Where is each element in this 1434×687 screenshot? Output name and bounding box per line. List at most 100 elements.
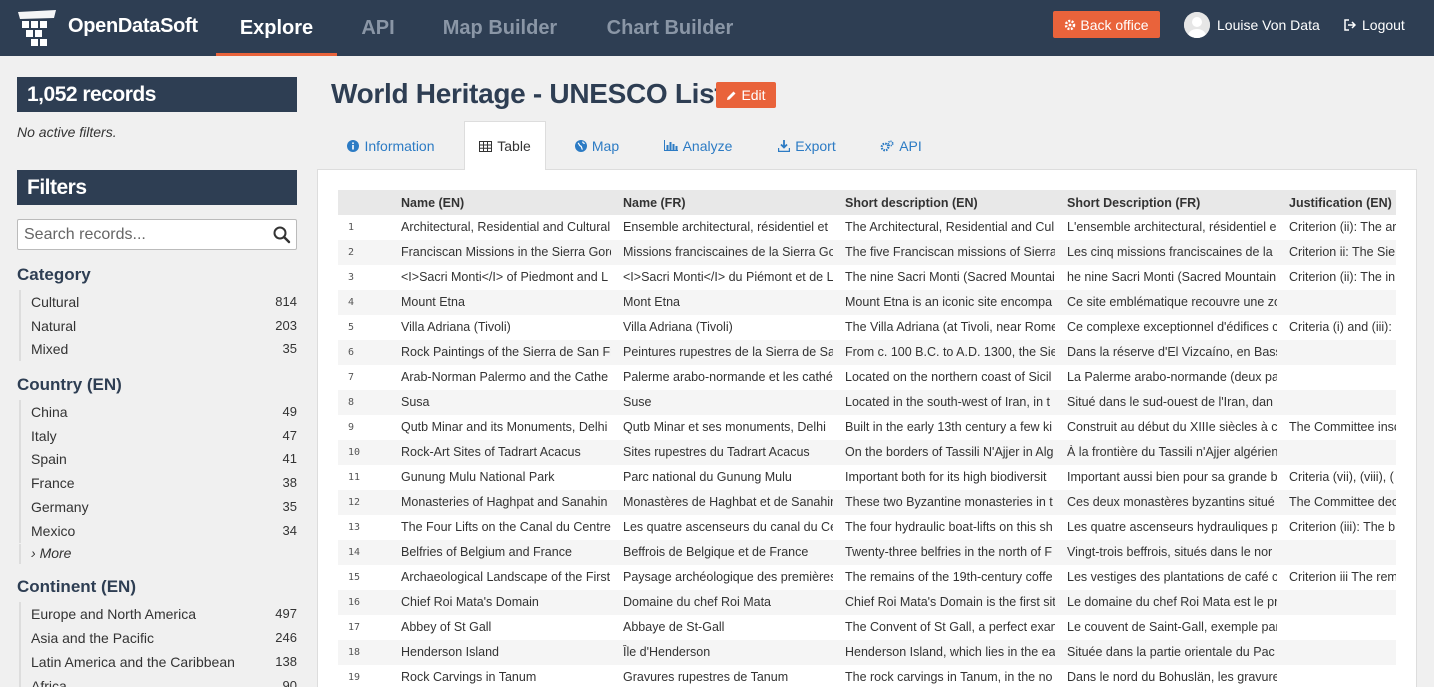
table-row[interactable]: 14 Belfries of Belgium and France Beffrois… [338,540,1396,565]
tab-analyze[interactable]: Analyze [650,121,746,170]
tab-label: Analyze [682,137,733,154]
facet-item-mexico[interactable]: Mexico 34 [19,519,297,543]
facet-item-italy[interactable]: Italy 47 [19,424,297,448]
tab-label: Information [364,137,435,154]
facet-item-mixed[interactable]: Mixed 35 [19,337,297,361]
table-row[interactable]: 9 Qutb Minar and its Monuments, Delhi Qutb… [338,415,1396,440]
table-row[interactable]: 1 Architectural, Residential and Cultural… [338,215,1396,240]
globe-icon [574,139,587,152]
table-cell: Qutb Minar et ses monuments, Delhi [623,420,826,434]
table-cell: La Palerme arabo-normande (deux pa [1067,370,1277,384]
tab-label: Table [497,138,531,154]
column-header-short-description-fr[interactable]: Short Description (FR) [1067,196,1277,210]
table-row[interactable]: 7 Arab-Norman Palermo and the Cathe Palerm… [338,365,1396,390]
row-number: 14 [348,547,361,558]
table-cell: Ces deux monastères byzantins situé [1067,495,1275,509]
tab-table[interactable]: Table [464,121,546,170]
facet-item-label: Mixed [31,341,69,357]
user-name[interactable]: Louise Von Data [1217,17,1320,33]
table-row[interactable]: 16 Chief Roi Mata's Domain Domaine du chef… [338,590,1396,615]
table-row[interactable]: 4 Mount Etna Mont Etna Mount Etna is an ico… [338,290,1396,315]
records-count: 1,052 records [17,77,297,112]
table-row[interactable]: 2 Franciscan Missions in the Sierra Gord M… [338,240,1396,265]
opendatasoft-logo-icon[interactable] [16,8,58,48]
brand-name[interactable]: OpenDataSoft [68,15,198,38]
table-icon [479,140,493,152]
table-row[interactable]: 10 Rock-Art Sites of Tadrart Acacus Sites … [338,440,1396,465]
back-office-button[interactable]: Back office [1053,11,1160,38]
row-number: 19 [348,672,361,683]
download-icon [778,139,791,152]
search-input[interactable]: Search records... [17,219,297,250]
facet-item-france[interactable]: France 38 [19,471,297,495]
table-row[interactable]: 12 Monasteries of Haghpat and Sanahin Mona… [338,490,1396,515]
table-cell: Mont Etna [623,295,680,309]
nav-api[interactable]: API [350,0,406,56]
table-cell: Archaeological Landscape of the First [401,570,611,584]
tab-map[interactable]: Map [563,121,631,170]
table-cell: Chief Roi Mata's Domain is the first sit [845,595,1055,609]
table-row[interactable]: 5 Villa Adriana (Tivoli) Villa Adriana (Ti… [338,315,1396,340]
row-number: 16 [348,597,361,608]
facet-title-category: Category [17,265,91,284]
table-cell: Criteria (vii), (viii), ( [1289,470,1394,484]
facet-item-count: 34 [282,523,297,538]
tab-api[interactable]: API [869,121,933,170]
filters-title: Filters [17,170,297,205]
top-navigation-bar: OpenDataSoft Explore API Map Builder Cha… [0,0,1434,56]
column-header-short-description-en[interactable]: Short description (EN) [845,196,1055,210]
table-cell: Chief Roi Mata's Domain [401,595,539,609]
facet-item-latin-america[interactable]: Latin America and the Caribbean 138 [19,650,297,674]
table-row[interactable]: 11 Gunung Mulu National Park Parc national… [338,465,1396,490]
column-header-name-en[interactable]: Name (EN) [401,196,611,210]
nav-map-builder[interactable]: Map Builder [436,0,564,56]
table-row[interactable]: 19 Rock Carvings in Tanum Gravures rupestr… [338,665,1396,687]
pencil-icon [727,91,736,100]
logout-link[interactable]: Logout [1344,17,1405,33]
column-header-justification-en[interactable]: Justification (EN) [1289,196,1396,210]
table-cell: Belfries of Belgium and France [401,545,572,559]
table-row[interactable]: 8 Susa Suse Located in the south-west of Ir… [338,390,1396,415]
facet-item-asia-pacific[interactable]: Asia and the Pacific 246 [19,626,297,650]
facet-item-china[interactable]: China 49 [19,400,297,424]
table-row[interactable]: 17 Abbey of St Gall Abbaye de St-Gall The C… [338,615,1396,640]
row-number: 9 [348,422,355,433]
facet-item-count: 246 [275,630,297,645]
table-cell: Peintures rupestres de la Sierra de Sa [623,345,833,359]
table-cell: Située dans la partie orientale du Pac [1067,645,1275,659]
facet-item-count: 138 [275,654,297,669]
table-cell: Gunung Mulu National Park [401,470,555,484]
table-cell: Situé dans le sud-ouest de l'Iran, dan [1067,395,1273,409]
facet-item-africa[interactable]: Africa 90 [19,674,297,687]
facet-more-link[interactable]: › More [19,544,297,564]
facet-item-natural[interactable]: Natural 203 [19,314,297,338]
search-placeholder: Search records... [24,226,146,243]
table-cell: Sites rupestres du Tadrart Acacus [623,445,810,459]
table-cell: Important both for its high biodiversit [845,470,1047,484]
facet-item-europe-north-america[interactable]: Europe and North America 497 [19,602,297,626]
search-icon[interactable] [272,225,292,245]
table-cell: Suse [623,395,652,409]
table-row[interactable]: 13 The Four Lifts on the Canal du Centre L… [338,515,1396,540]
facet-item-cultural[interactable]: Cultural 814 [19,290,297,314]
table-row[interactable]: 3 <I>Sacri Monti</I> of Piedmont and L <I>… [338,265,1396,290]
table-row[interactable]: 18 Henderson Island Île d'Henderson Henders… [338,640,1396,665]
nav-explore[interactable]: Explore [216,0,337,56]
edit-button[interactable]: Edit [716,82,776,108]
facet-item-spain[interactable]: Spain 41 [19,447,297,471]
tab-information[interactable]: Information [333,121,449,170]
row-number: 2 [348,247,355,258]
table-cell: The five Franciscan missions of Sierra [845,245,1055,259]
table-row[interactable]: 15 Archaeological Landscape of the First P… [338,565,1396,590]
table-cell: The Villa Adriana (at Tivoli, near Rome [845,320,1055,334]
column-header-name-fr[interactable]: Name (FR) [623,196,833,210]
back-office-label: Back office [1080,16,1149,33]
tab-export[interactable]: Export [765,121,849,170]
table-row[interactable]: 6 Rock Paintings of the Sierra de San Fr P… [338,340,1396,365]
nav-chart-builder[interactable]: Chart Builder [597,0,743,56]
table-cell: Twenty-three belfries in the north of F [845,545,1053,559]
table-cell: Monasteries of Haghpat and Sanahin [401,495,608,509]
table-cell: From c. 100 B.C. to A.D. 1300, the Sie [845,345,1055,359]
facet-item-germany[interactable]: Germany 35 [19,495,297,519]
user-avatar[interactable] [1184,12,1210,38]
